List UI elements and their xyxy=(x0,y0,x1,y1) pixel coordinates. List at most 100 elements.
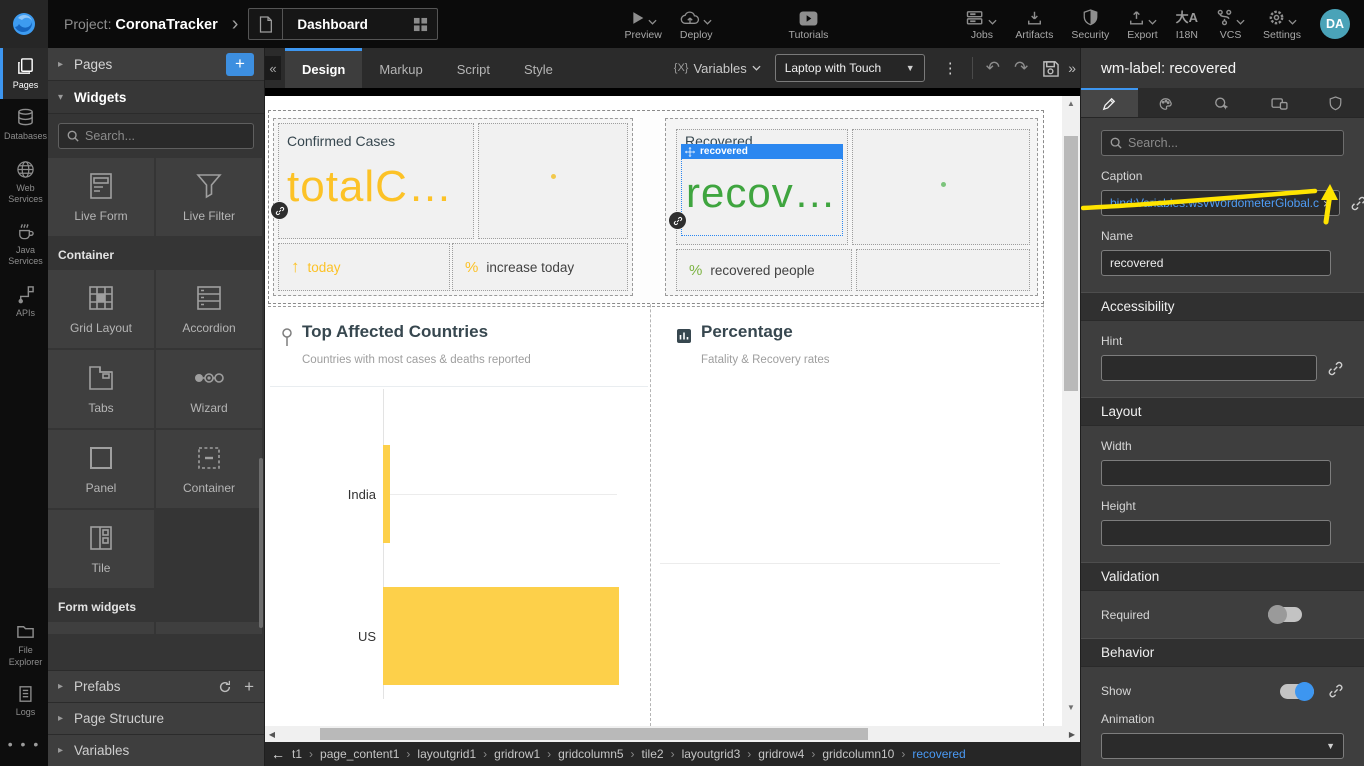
artifacts-button[interactable]: Artifacts xyxy=(1006,0,1062,48)
widget-live-form[interactable]: Live Form xyxy=(48,158,154,236)
tutorials-button[interactable]: Tutorials xyxy=(780,0,838,48)
tab-script[interactable]: Script xyxy=(440,48,507,88)
recovered-chart-placeholder-cell[interactable] xyxy=(852,129,1030,245)
scroll-up-arrow[interactable]: ▲ xyxy=(1062,99,1080,108)
breadcrumb-item[interactable]: t1 xyxy=(292,747,302,761)
rail-item-logs[interactable]: Logs xyxy=(0,676,48,726)
undo-icon[interactable]: ↶ xyxy=(979,58,1007,78)
chart-percentage[interactable]: Percentage Fatality & Recovery rates xyxy=(655,308,1043,726)
tab-devices[interactable] xyxy=(1251,88,1308,117)
canvas-horizontal-scrollbar[interactable]: ◀ ▶ xyxy=(265,726,1080,742)
save-icon[interactable] xyxy=(1035,60,1066,77)
jobs-button[interactable]: Jobs xyxy=(957,0,1006,48)
security-button[interactable]: Security xyxy=(1062,0,1118,48)
widget-partial[interactable] xyxy=(156,622,262,634)
i18n-button[interactable]: 大A I18N xyxy=(1167,0,1207,48)
animation-select[interactable]: ▼ xyxy=(1101,733,1344,759)
page-structure-section-header[interactable]: ▸ Page Structure xyxy=(48,702,264,734)
breadcrumb-item-active[interactable]: recovered xyxy=(912,747,965,761)
selected-widget-header[interactable]: recovered xyxy=(681,144,843,159)
breadcrumb-item[interactable]: gridcolumn10 xyxy=(822,747,894,761)
tab-security[interactable] xyxy=(1307,88,1364,117)
export-button[interactable]: Export xyxy=(1118,0,1166,48)
breadcrumb-item[interactable]: layoutgrid1 xyxy=(417,747,476,761)
rail-item-apis[interactable]: APIs xyxy=(0,276,48,327)
device-selector[interactable]: Laptop with Touch ▼ xyxy=(775,54,925,82)
chart-top-affected-countries[interactable]: Top Affected Countries Countries with mo… xyxy=(270,308,648,726)
widget-panel[interactable]: Panel xyxy=(48,430,154,508)
breadcrumb-item[interactable]: layoutgrid3 xyxy=(682,747,741,761)
add-prefab-button[interactable]: + xyxy=(244,677,254,697)
width-field[interactable] xyxy=(1101,460,1331,486)
breadcrumb-item[interactable]: gridrow4 xyxy=(758,747,804,761)
tab-events[interactable] xyxy=(1194,88,1251,117)
clear-binding-icon[interactable]: × xyxy=(1323,196,1331,211)
rail-item-web-services[interactable]: Web Services xyxy=(0,151,48,214)
variables-section-header[interactable]: ▸ Variables xyxy=(48,734,264,766)
widget-live-filter[interactable]: Live Filter xyxy=(156,158,262,236)
horizontal-scroll-thumb[interactable] xyxy=(320,728,868,740)
breadcrumb-item[interactable]: page_content1 xyxy=(320,747,399,761)
widget-tabs[interactable]: Tabs xyxy=(48,350,154,428)
user-avatar[interactable]: DA xyxy=(1320,9,1350,39)
scroll-down-arrow[interactable]: ▼ xyxy=(1062,703,1080,712)
widget-search-field[interactable] xyxy=(58,123,254,149)
confirmed-chart-placeholder-cell[interactable] xyxy=(478,123,628,239)
rail-item-databases[interactable]: Databases xyxy=(0,99,48,150)
wavemaker-logo[interactable] xyxy=(0,0,48,48)
tab-design[interactable]: Design xyxy=(285,48,362,88)
recovered-cell[interactable]: Recovered recovered recov… xyxy=(676,129,848,245)
page-selector[interactable]: Dashboard xyxy=(248,8,438,40)
recovered-people-label[interactable]: recovered people xyxy=(710,263,814,278)
today-label[interactable]: today xyxy=(308,260,341,275)
show-toggle[interactable] xyxy=(1280,684,1314,699)
caption-field[interactable]: bind:Variables.wsvWordometerGlobal.c × xyxy=(1101,190,1340,216)
redo-icon[interactable]: ↷ xyxy=(1007,58,1035,78)
rail-item-file-explorer[interactable]: File Explorer xyxy=(0,613,48,676)
property-search-field[interactable] xyxy=(1101,130,1344,156)
collapse-left-panel-button[interactable]: « xyxy=(265,56,281,80)
confirmed-cases-cell[interactable]: Confirmed Cases totalC… xyxy=(278,123,474,239)
vcs-button[interactable]: VCS xyxy=(1207,0,1254,48)
variables-button[interactable]: {X} Variables xyxy=(674,61,761,76)
recovered-footer-empty-cell[interactable] xyxy=(856,249,1030,291)
collapse-right-icon[interactable]: » xyxy=(1068,60,1080,76)
settings-button[interactable]: Settings xyxy=(1254,0,1310,48)
total-cases-binding-label[interactable]: totalC… xyxy=(287,162,471,212)
rail-item-pages[interactable]: Pages xyxy=(0,48,48,99)
widgets-section-header[interactable]: ▾ Widgets xyxy=(48,81,264,114)
tab-style[interactable]: Style xyxy=(507,48,570,88)
canvas-vertical-scrollbar[interactable]: ▲ ▼ xyxy=(1062,96,1080,726)
increase-today-cell[interactable]: % increase today xyxy=(452,243,628,291)
name-field[interactable] xyxy=(1101,250,1331,276)
height-field[interactable] xyxy=(1101,520,1331,546)
widget-tile[interactable]: Tile xyxy=(48,510,154,588)
widget-partial[interactable] xyxy=(48,622,154,634)
hint-field[interactable] xyxy=(1101,355,1317,381)
prefabs-section-header[interactable]: ▸ Prefabs + xyxy=(48,670,264,702)
widget-accordion[interactable]: Accordion xyxy=(156,270,262,348)
recovered-binding-label[interactable]: recov… xyxy=(686,169,838,217)
tile-recovered[interactable]: Recovered recovered recov… xyxy=(665,118,1038,296)
refresh-icon[interactable] xyxy=(218,680,232,694)
bind-link-icon[interactable] xyxy=(1328,683,1344,699)
widget-grid-layout[interactable]: Grid Layout xyxy=(48,270,154,348)
selected-widget-outline[interactable]: recovered recov… xyxy=(681,144,843,236)
breadcrumb-item[interactable]: tile2 xyxy=(642,747,664,761)
preview-button[interactable]: Preview xyxy=(616,0,671,48)
page-surface[interactable]: Confirmed Cases totalC… ↑ today xyxy=(265,96,1062,726)
breadcrumb-back-icon[interactable]: ← xyxy=(271,746,285,762)
breadcrumb-item[interactable]: gridcolumn5 xyxy=(558,747,623,761)
left-panel-scrollbar[interactable] xyxy=(259,458,263,628)
required-toggle[interactable] xyxy=(1268,607,1302,622)
add-page-button[interactable]: + xyxy=(226,53,254,76)
tile-confirmed-cases[interactable]: Confirmed Cases totalC… ↑ today xyxy=(273,118,633,296)
confirmed-cases-label[interactable]: Confirmed Cases xyxy=(287,133,395,149)
rail-item-java-services[interactable]: Java Services xyxy=(0,213,48,276)
tab-styles[interactable] xyxy=(1138,88,1195,117)
increase-today-label[interactable]: increase today xyxy=(486,260,574,275)
deploy-button[interactable]: Deploy xyxy=(671,0,722,48)
today-cell[interactable]: ↑ today xyxy=(278,243,450,291)
tab-properties[interactable] xyxy=(1081,88,1138,117)
scroll-left-arrow[interactable]: ◀ xyxy=(265,730,279,739)
